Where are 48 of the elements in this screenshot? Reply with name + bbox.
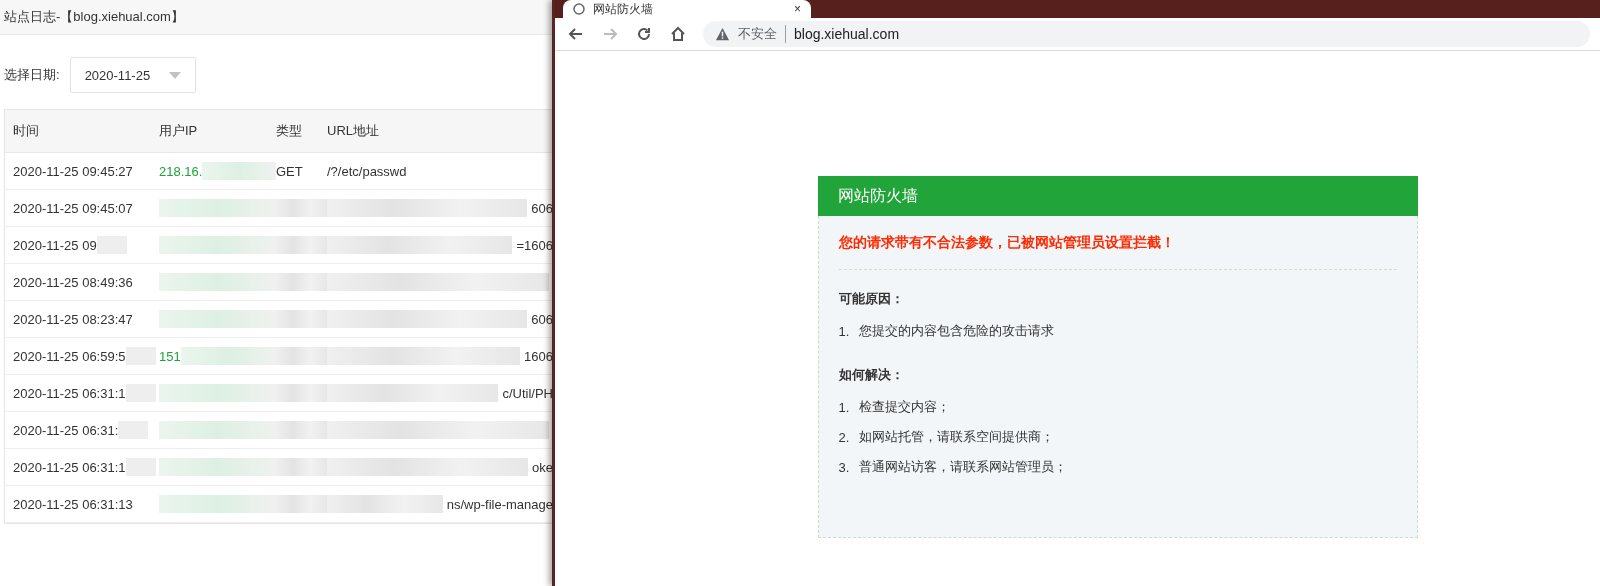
table-cell: GET xyxy=(276,163,303,179)
panel-title: 站点日志-【blog.xiehual.com】 xyxy=(4,8,184,26)
caret-icon xyxy=(168,71,181,79)
close-icon[interactable]: × xyxy=(794,2,801,16)
date-label: 选择日期: xyxy=(4,66,60,84)
column-header: 类型 xyxy=(276,122,302,140)
table-cell: =1606 xyxy=(516,237,552,253)
list-number: 3. xyxy=(838,459,850,475)
table-cell: 2020-11-25 06:31:1 xyxy=(13,459,126,475)
table-cell: /?/etc/passwd xyxy=(327,163,407,179)
alert-message: 您的请求带有不合法参数，已被网站管理员设置拦截！ xyxy=(838,216,1397,270)
column-header: 用户IP xyxy=(159,122,198,140)
home-icon[interactable] xyxy=(669,25,687,43)
globe-icon xyxy=(573,3,585,15)
card-title: 网站防火墙 xyxy=(837,185,918,206)
table-cell: oke xyxy=(532,459,552,475)
address-bar[interactable]: 不安全 blog.xiehual.com xyxy=(703,21,1590,47)
table-cell: 2020-11-25 06:31:13 xyxy=(13,496,133,512)
list-item: 普通网站访客，请联系网站管理员； xyxy=(859,458,1068,476)
list-item: 检查提交内容； xyxy=(859,398,951,416)
warning-icon xyxy=(715,26,730,42)
table-cell: 606 xyxy=(531,311,552,327)
table-cell: 606 xyxy=(531,200,552,216)
section-heading: 可能原因： xyxy=(838,290,905,308)
table-cell: 2020-11-25 06:31: xyxy=(13,422,119,438)
table-cell: 2020-11-25 09 xyxy=(13,237,97,253)
list-number: 2. xyxy=(838,429,850,445)
browser-tab[interactable]: 网站防火墙 × xyxy=(563,0,811,18)
table-cell: 2020-11-25 08:23:47 xyxy=(13,311,133,327)
table-cell: 2020-11-25 06:31:1 xyxy=(13,385,126,401)
table-cell: ns/wp-file-manage xyxy=(446,496,552,512)
column-header: URL地址 xyxy=(327,122,379,140)
table-cell: 218.16. xyxy=(159,163,203,179)
table-cell: 151 xyxy=(159,348,181,364)
list-item: 您提交的内容包含危险的攻击请求 xyxy=(859,322,1055,340)
column-header: 时间 xyxy=(13,122,39,140)
date-select[interactable]: 2020-11-25 xyxy=(69,57,196,93)
section-heading: 如何解决： xyxy=(838,366,905,384)
table-cell: 2020-11-25 09:45:07 xyxy=(13,200,133,216)
table-cell: 2020-11-25 08:49:36 xyxy=(13,274,133,290)
table-cell: 1606 xyxy=(524,348,552,364)
list-number: 1. xyxy=(838,323,850,339)
table-cell: c/Util/PH xyxy=(502,385,552,401)
list-number: 1. xyxy=(838,399,850,415)
reload-icon[interactable] xyxy=(635,25,653,43)
table-cell: 2020-11-25 06:59:5 xyxy=(13,348,126,364)
table-cell: 2020-11-25 09:45:27 xyxy=(13,163,133,179)
list-item: 如网站托管，请联系空间提供商； xyxy=(859,428,1055,446)
